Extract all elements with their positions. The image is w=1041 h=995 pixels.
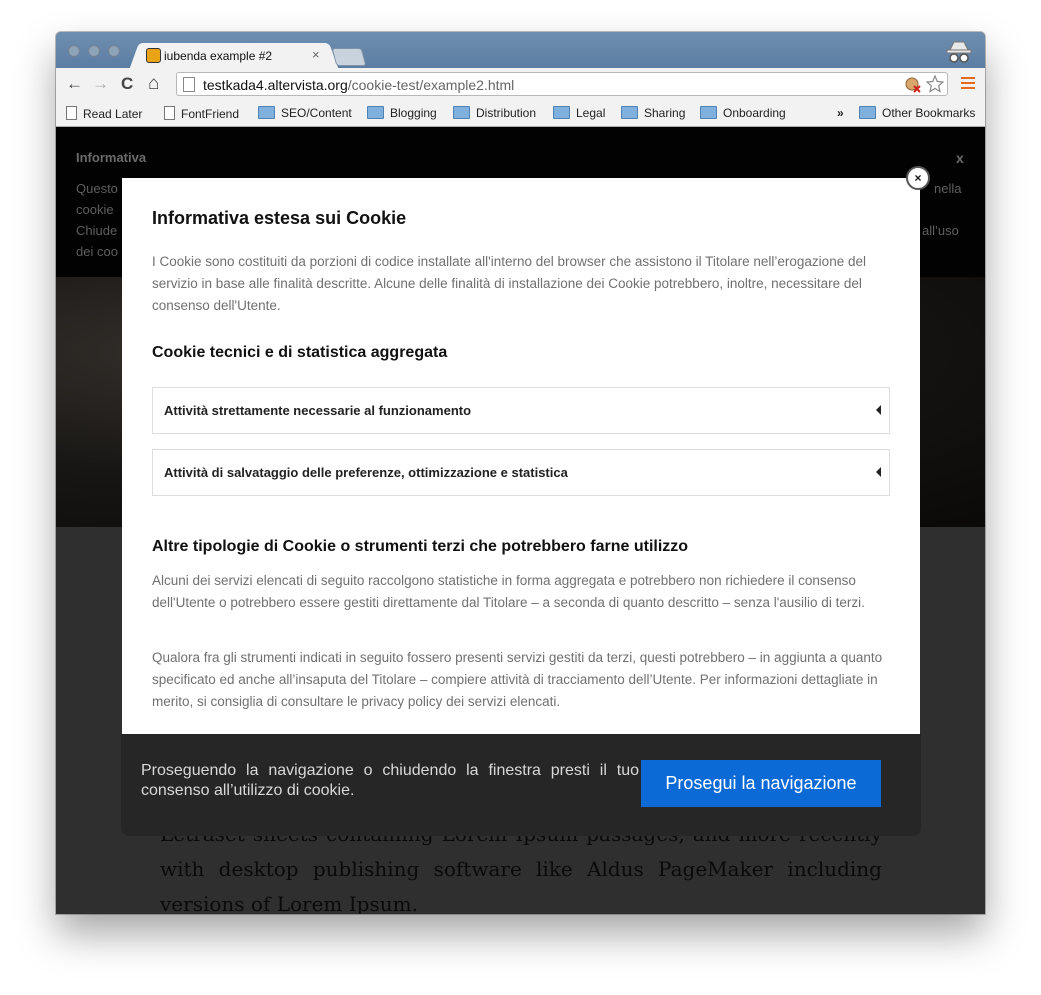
cookie-consent-text: Proseguendo la navigazione o chiudendo l… [141, 762, 639, 799]
accordion-item[interactable]: Attività di salvataggio delle preferenze… [152, 449, 890, 496]
bookmark-label: Read Later [83, 107, 143, 121]
modal-intro: I Cookie sono costituiti da porzioni di … [152, 254, 866, 313]
bg-text: nella [934, 181, 962, 196]
url-path: /cookie-test/example2.html [347, 77, 515, 93]
bookmark-item[interactable]: Blogging [367, 106, 437, 120]
accordion-label: Attività strettamente necessarie al funz… [164, 403, 472, 418]
url-text: testkada4.altervista.org/cookie-test/exa… [203, 77, 514, 93]
accordion-item[interactable]: Attività strettamente necessarie al funz… [152, 387, 890, 434]
title-bar: iubenda example #2 × [56, 32, 985, 70]
bg-text: Chiude [76, 223, 118, 238]
bg-text: Questo [76, 181, 118, 196]
continue-button[interactable]: Prosegui la navigazione [641, 760, 881, 807]
bookmark-item[interactable]: Sharing [621, 106, 685, 120]
bookmarks-bar: Read Later FontFriend SEO/Content Bloggi… [56, 100, 985, 127]
section-title: Cookie tecnici e di statistica aggregata [152, 344, 448, 361]
forward-button[interactable]: → [92, 75, 109, 93]
bookmark-item[interactable]: Legal [553, 106, 605, 120]
bg-text: all’uso [922, 223, 959, 238]
home-button[interactable]: ⌂ [148, 74, 159, 93]
bookmark-label: Onboarding [723, 106, 786, 120]
folder-icon [859, 106, 876, 119]
accordion-label: Attività di salvataggio delle preferenze… [164, 465, 568, 480]
address-bar[interactable]: testkada4.altervista.org/cookie-test/exa… [176, 72, 948, 96]
toolbar: ← → C ⌂ testkada4.altervista.org/cookie-… [56, 68, 985, 100]
minimize-window-icon[interactable] [88, 45, 100, 57]
folder-icon [621, 106, 638, 119]
back-button[interactable]: ← [66, 75, 83, 93]
folder-icon [258, 106, 275, 119]
bg-text: cookie [76, 202, 114, 217]
bookmark-label: Distribution [476, 106, 537, 120]
page-content: Informativa x Questo cookie Chiude dei c… [56, 127, 985, 914]
bookmark-item[interactable]: Read Later [66, 106, 142, 121]
url-host: testkada4.altervista.org [203, 77, 348, 93]
file-icon [66, 106, 77, 120]
bookmarks-overflow-button[interactable]: » [837, 106, 844, 120]
menu-icon[interactable] [961, 74, 975, 90]
browser-window: iubenda example #2 × ← → C ⌂ testkada4.a… [56, 32, 985, 914]
cookie-consent-bar: Proseguendo la navigazione o chiudendo l… [121, 734, 921, 836]
bookmark-label: SEO/Content [281, 106, 352, 120]
favicon-icon [146, 48, 161, 63]
cookie-policy-modal: Informativa estesa sui Cookie I Cookie s… [122, 178, 920, 734]
bg-text: dei coo [76, 244, 118, 259]
folder-icon [700, 106, 717, 119]
info-title: Informativa [76, 150, 147, 165]
page-icon [183, 77, 195, 92]
tab-close-button[interactable]: × [312, 47, 320, 62]
zoom-window-icon[interactable] [108, 45, 120, 57]
incognito-icon [946, 41, 972, 63]
bookmark-label: FontFriend [181, 107, 240, 121]
tab-title: iubenda example #2 [164, 49, 273, 63]
modal-close-button[interactable]: × [906, 166, 930, 190]
close-window-icon[interactable] [68, 45, 80, 57]
folder-icon [367, 106, 384, 119]
caret-left-icon [876, 467, 881, 477]
reload-button[interactable]: C [121, 75, 133, 93]
bookmark-label: Blogging [390, 106, 437, 120]
caret-left-icon [876, 405, 881, 415]
bookmark-item[interactable]: SEO/Content [258, 106, 352, 120]
new-tab-button[interactable] [331, 48, 367, 66]
info-close-button[interactable]: x [956, 150, 964, 166]
bookmark-label: Legal [576, 106, 606, 120]
folder-icon [453, 106, 470, 119]
bookmark-item[interactable]: Onboarding [700, 106, 786, 120]
modal-title: Informativa estesa sui Cookie [152, 208, 407, 228]
file-icon [164, 106, 175, 120]
bookmark-item[interactable]: Other Bookmarks [859, 106, 975, 120]
bookmark-label: Other Bookmarks [882, 106, 976, 120]
cookie-blocked-icon[interactable] [905, 77, 921, 93]
section-title: Altre tipologie di Cookie o strumenti te… [152, 538, 689, 555]
bookmark-item[interactable]: FontFriend [164, 106, 239, 121]
modal-paragraph: Alcuni dei servizi elencati di seguito r… [152, 573, 865, 610]
folder-icon [553, 106, 570, 119]
star-bookmark-icon[interactable] [926, 75, 944, 93]
modal-paragraph: Qualora fra gli strumenti indicati in se… [152, 650, 883, 709]
bookmark-item[interactable]: Distribution [453, 106, 536, 120]
bookmark-label: Sharing [644, 106, 686, 120]
